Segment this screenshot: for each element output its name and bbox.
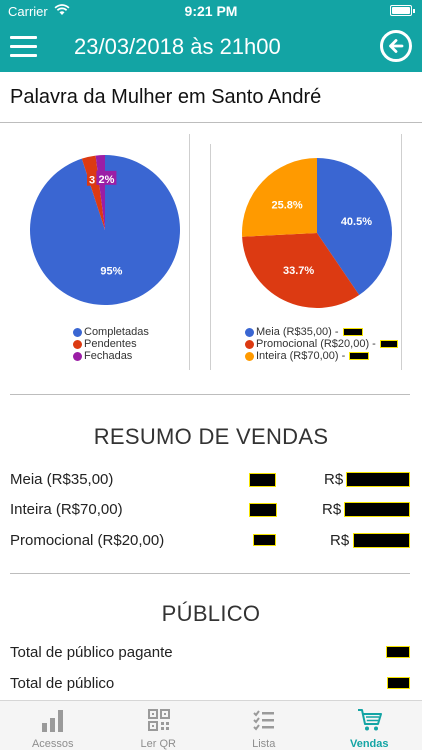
sales-row-label: Promocional (R$20,00) — [10, 532, 165, 549]
redacted-count — [387, 677, 410, 689]
legend-swatch — [245, 339, 254, 349]
divider — [10, 394, 410, 395]
redacted-quantity — [249, 473, 276, 487]
redacted-quantity — [253, 534, 276, 546]
tab-label: Lista — [252, 738, 276, 750]
tab-acessos[interactable]: Acessos — [0, 701, 106, 750]
legend-item: Pendentes — [73, 338, 149, 350]
chart-separator — [210, 144, 211, 370]
tab-lista[interactable]: Lista — [211, 701, 317, 750]
tab-vendas[interactable]: Vendas — [317, 701, 422, 750]
redacted-amount — [353, 533, 410, 548]
redacted-amount — [344, 502, 410, 517]
status-pie-chart: 95% 3 2% — [30, 155, 181, 305]
legend-label: Promocional (R$20,00) - — [256, 338, 376, 350]
tab-label: Vendas — [349, 738, 389, 750]
public-heading: PÚBLICO — [161, 601, 261, 626]
ticket-type-pie-legend: Meia (R$35,00) - Promocional (R$20,00) -… — [245, 326, 398, 362]
checklist-icon — [253, 710, 274, 731]
back-button[interactable] — [380, 30, 412, 62]
sales-row-label: Meia (R$35,00) — [10, 471, 114, 488]
legend-item: Fechadas — [73, 350, 149, 362]
legend-item: Completadas — [73, 326, 149, 338]
shopping-cart-icon — [357, 709, 382, 731]
tab-ler-qr[interactable]: Ler QR — [106, 701, 212, 750]
redacted-value — [379, 340, 398, 348]
ticket-type-pie-chart: 40.5% 33.7% 25.8% — [242, 158, 392, 308]
redacted-value — [342, 328, 363, 336]
event-title: Palavra da Mulher em Santo André — [10, 86, 322, 108]
pie-data-label: 2% — [98, 174, 114, 186]
sales-row-label: Inteira (R$70,00) — [10, 501, 123, 518]
legend-swatch — [73, 339, 82, 349]
legend-swatch — [73, 327, 82, 337]
legend-item: Inteira (R$70,00) - — [245, 350, 398, 362]
currency-symbol: R$ — [322, 501, 342, 518]
legend-swatch — [245, 351, 254, 361]
status-bar: Carrier 9:21 PM — [0, 0, 422, 22]
menu-icon[interactable] — [10, 36, 37, 57]
legend-swatch — [73, 351, 82, 361]
pie-slice — [242, 158, 317, 237]
clock: 9:21 PM — [184, 3, 238, 19]
legend-label: Fechadas — [84, 350, 133, 362]
pie-data-label: 40.5% — [341, 216, 372, 228]
pie-data-label: 25.8% — [272, 200, 303, 212]
legend-label: Pendentes — [84, 338, 137, 350]
battery-icon — [390, 5, 415, 16]
public-row-label: Total de público pagante — [10, 644, 173, 661]
tab-label: Ler QR — [140, 738, 176, 750]
legend-label: Completadas — [84, 326, 149, 338]
page-title: 23/03/2018 às 21h00 — [74, 34, 281, 59]
tab-bar: Acessos Ler QR Lista Vendas — [0, 700, 422, 750]
pie-data-label: 3 — [89, 175, 95, 187]
qr-code-icon — [147, 709, 170, 731]
legend-label: Meia (R$35,00) - — [256, 326, 339, 338]
pie-data-label: 95% — [100, 266, 122, 278]
redacted-value — [349, 352, 370, 360]
divider — [0, 122, 422, 123]
bar-chart-icon — [42, 710, 63, 732]
public-row-label: Total de público — [10, 675, 115, 692]
arrow-left-icon — [389, 39, 404, 53]
status-pie-legend: Completadas Pendentes Fechadas — [73, 326, 149, 362]
redacted-amount — [346, 472, 410, 487]
sales-summary-heading: RESUMO DE VENDAS — [93, 424, 329, 449]
app-header: 23/03/2018 às 21h00 — [0, 22, 422, 72]
tab-label: Acessos — [31, 738, 74, 750]
legend-item: Promocional (R$20,00) - — [245, 338, 398, 350]
currency-symbol: R$ — [330, 532, 350, 549]
redacted-count — [386, 646, 410, 658]
redacted-quantity — [249, 503, 277, 517]
legend-label: Inteira (R$70,00) - — [256, 350, 346, 362]
legend-item: Meia (R$35,00) - — [245, 326, 398, 338]
currency-symbol: R$ — [324, 471, 344, 488]
pie-data-label: 33.7% — [283, 265, 314, 277]
divider — [10, 573, 410, 574]
legend-swatch — [245, 327, 254, 337]
